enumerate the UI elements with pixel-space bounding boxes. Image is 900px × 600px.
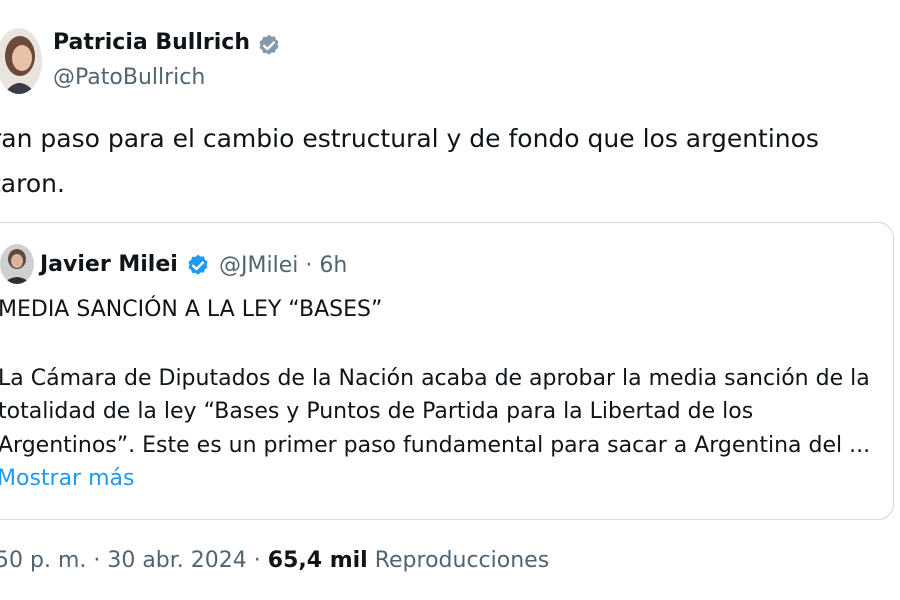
author-name[interactable]: Patricia Bullrich [53,30,250,55]
quoted-tweet-text-line: La Cámara de Diputados de la Nación acab… [0,366,870,391]
tweet-footer: 50 p. m. · 30 abr. 2024 · 65,4 mil Repro… [0,548,549,573]
verified-badge-icon [259,34,279,55]
views-count: 65,4 mil [267,548,368,573]
author-avatar[interactable] [0,28,42,94]
quoted-tweet-time[interactable]: 6h [319,253,347,278]
quoted-author-meta: @JMilei · 6h [219,253,347,278]
views-label[interactable]: Reproducciones [375,548,549,573]
verified-badge-icon [188,254,208,275]
quoted-tweet-text-line: Argentinos”. Este es un primer paso fund… [0,433,871,458]
author-handle[interactable]: @PatoBullrich [53,65,205,90]
show-more-link[interactable]: Mostrar más [0,466,134,491]
quoted-tweet-text-line: totalidad de la ley “Bases y Puntos de P… [0,399,754,424]
meta-separator: · [298,253,320,278]
tweet-text-line: ran paso para el cambio estructural y de… [0,124,819,153]
quoted-author-handle[interactable]: @JMilei [219,253,298,278]
quoted-author-avatar-image [0,244,34,284]
quoted-author-avatar[interactable] [0,244,34,284]
quoted-author-name[interactable]: Javier Milei [40,252,178,277]
author-avatar-image [0,28,42,94]
tweet-timestamp[interactable]: 50 p. m. · 30 abr. 2024 · [0,548,268,573]
quoted-tweet-title: MEDIA SANCIÓN A LA LEY “BASES” [0,297,383,322]
tweet-text-line: taron. [0,169,65,198]
